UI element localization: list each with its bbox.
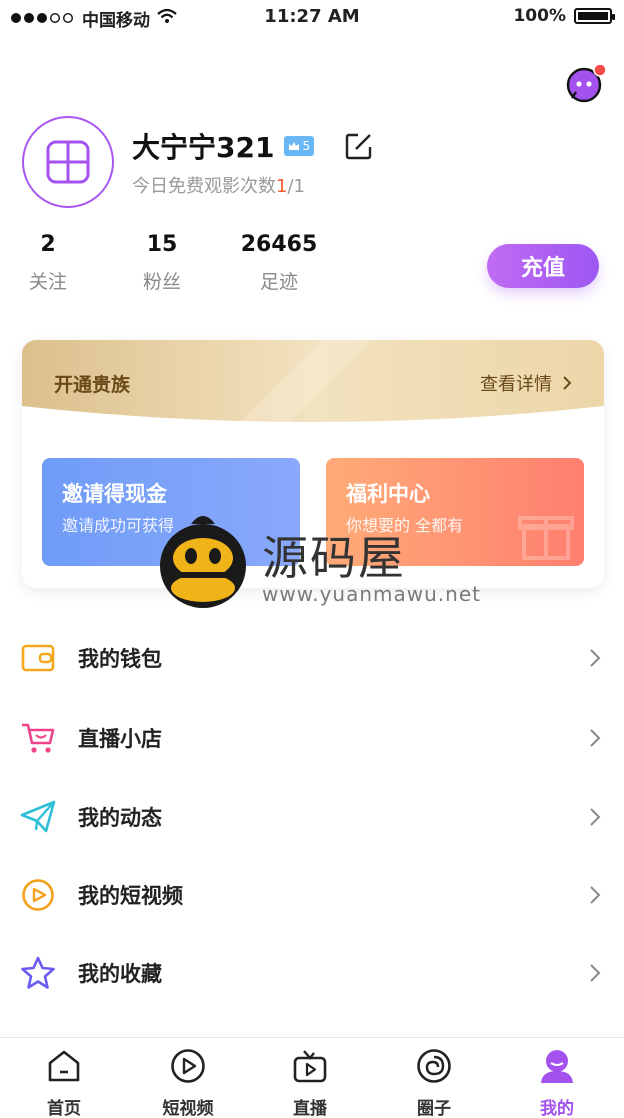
crown-icon [289,142,300,150]
stat-following[interactable]: 2 关注 [0,232,103,294]
play-circle-icon [20,877,56,913]
recharge-button[interactable]: 充值 [487,244,599,288]
vip-banner[interactable]: 开通贵族 查看详情 [22,340,604,436]
tab-short-video[interactable]: 短视频 [138,1046,238,1118]
stat-label: 粉丝 [142,271,181,293]
invite-title: 邀请得现金 [62,482,167,506]
tab-circle[interactable]: 圈子 [384,1046,484,1118]
vip-detail-label: 查看详情 [480,374,552,395]
stat-label: 关注 [28,271,67,293]
tab-home[interactable]: 首页 [14,1046,114,1118]
chevron-right-icon [563,376,572,390]
stat-value: 2 [40,232,56,257]
tab-label: 直播 [293,1099,327,1118]
stat-label: 足迹 [259,271,298,293]
chevron-right-icon [590,808,601,826]
tab-live[interactable]: 直播 [260,1046,360,1118]
vip-detail-link[interactable]: 查看详情 [480,370,572,396]
tab-mine[interactable]: 我的 [507,1046,607,1118]
video-play-icon [168,1046,208,1086]
watermark-url: www.yuanmawu.net [262,582,481,606]
stat-value: 26465 [240,232,318,257]
menu-label: 我的收藏 [78,962,162,986]
circle-icon [414,1046,454,1086]
watermark-brand: 源码屋 [262,531,406,585]
wallet-icon [20,640,56,676]
stat-footprint[interactable]: 26465 足迹 [224,232,334,294]
edit-icon [345,133,372,160]
battery-group: 100% [513,6,615,26]
menu-item-moments[interactable]: 我的动态 [0,778,624,856]
cart-icon [20,720,56,756]
free-views-total: /1 [287,176,305,197]
menu-label: 我的动态 [78,806,162,830]
star-icon [20,955,56,991]
message-button[interactable] [564,62,608,106]
edit-profile-button[interactable] [344,131,374,161]
chat-bubble-icon [566,63,607,103]
free-views-label: 今日免费观影次数 [132,176,276,197]
stat-fans[interactable]: 15 粉丝 [107,232,217,294]
stat-value: 15 [146,232,178,257]
tab-label: 我的 [540,1099,574,1118]
menu-label: 我的短视频 [78,884,183,908]
tab-label: 首页 [47,1099,81,1118]
username: 大宁宁321 [132,131,275,164]
chevron-right-icon [590,649,601,667]
battery-percent: 100% [513,6,566,26]
menu-label: 直播小店 [78,727,162,751]
stats-row: 2 关注 15 粉丝 26465 足迹 [0,232,400,302]
chevron-right-icon [590,729,601,747]
tv-icon [290,1046,330,1086]
free-views-used: 1 [276,176,288,197]
menu-item-short-videos[interactable]: 我的短视频 [0,856,624,934]
name-row: 大宁宁321 5 [132,126,374,166]
menu-label: 我的钱包 [78,647,162,671]
avatar[interactable] [22,116,114,208]
menu-item-favorites[interactable]: 我的收藏 [0,934,624,1012]
user-icon [537,1046,577,1086]
home-icon [44,1046,84,1086]
vip-title: 开通贵族 [54,374,131,396]
monkey-logo-icon [160,516,246,608]
watermark-logo [158,510,248,610]
tab-bar: 首页 短视频 直播 圈子 我的 [0,1037,624,1118]
chevron-right-icon [590,964,601,982]
menu-item-live-shop[interactable]: 直播小店 [0,699,624,777]
tab-label: 短视频 [162,1099,214,1118]
free-views: 今日免费观影次数1/1 [132,172,305,198]
vip-level: 5 [302,139,311,153]
paper-plane-icon [20,799,56,835]
battery-icon [574,8,615,24]
app-logo-icon [46,140,90,184]
status-bar: 中国移动 11:27 AM 100% [0,0,624,34]
tab-label: 圈子 [417,1099,451,1118]
chevron-right-icon [590,886,601,904]
vip-badge: 5 [284,136,315,156]
menu-item-wallet[interactable]: 我的钱包 [0,619,624,697]
gift-icon [518,516,574,560]
welfare-title: 福利中心 [346,482,430,506]
